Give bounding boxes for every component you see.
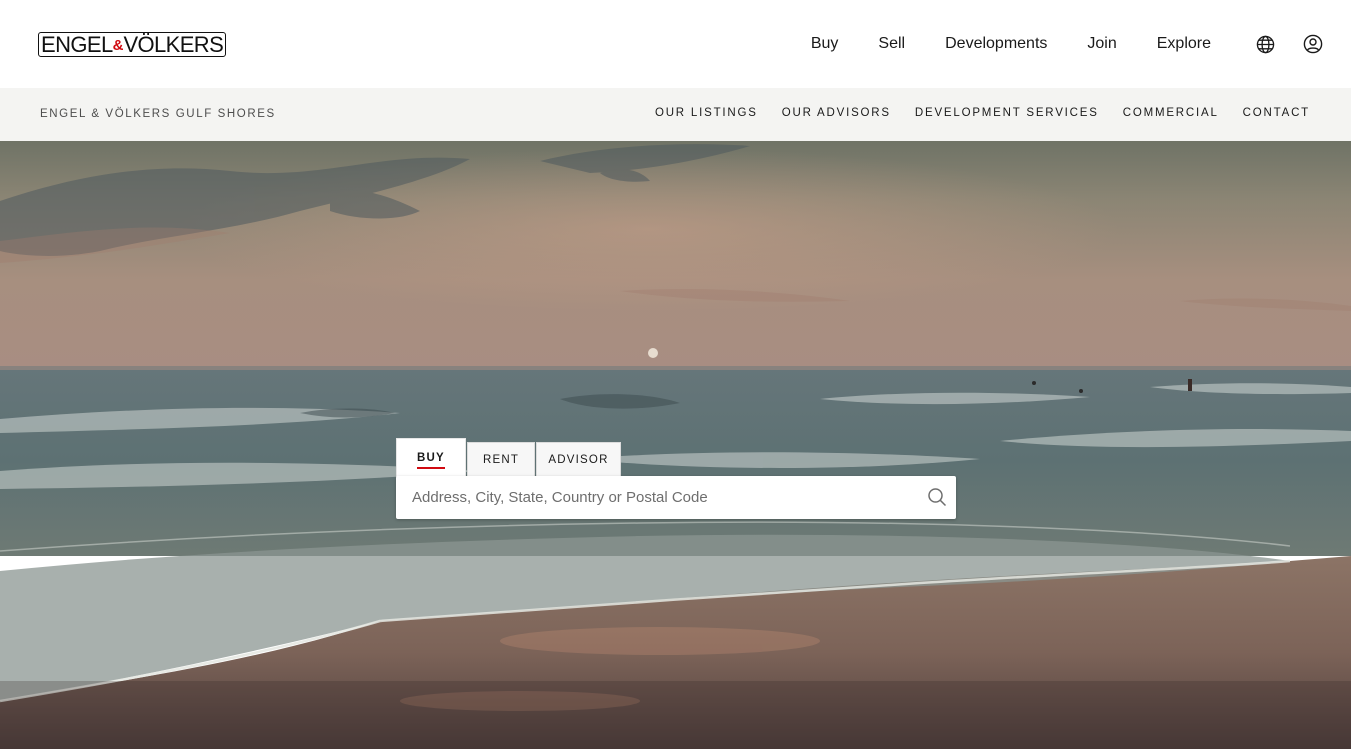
nav-buy[interactable]: Buy (811, 35, 839, 53)
nav-our-listings[interactable]: OUR LISTINGS (655, 107, 758, 119)
top-header: ENGEL&VÖLKERS Buy Sell Developments Join… (0, 0, 1351, 88)
logo-ampersand: & (112, 37, 124, 54)
nav-contact[interactable]: CONTACT (1243, 107, 1310, 119)
logo-text-right: VÖLKERS (123, 32, 224, 57)
nav-join[interactable]: Join (1087, 35, 1116, 53)
search-icon[interactable] (927, 487, 949, 509)
tab-rent[interactable]: RENT (467, 442, 535, 477)
nav-development-services[interactable]: DEVELOPMENT SERVICES (915, 107, 1099, 119)
shop-sub-header: ENGEL & VÖLKERS GULF SHORES OUR LISTINGS… (0, 88, 1351, 141)
user-account-icon[interactable] (1301, 32, 1325, 56)
nav-developments[interactable]: Developments (945, 35, 1047, 53)
shop-name[interactable]: ENGEL & VÖLKERS GULF SHORES (40, 108, 276, 120)
logo-text-left: ENGEL (41, 32, 113, 57)
nav-commercial[interactable]: COMMERCIAL (1123, 107, 1219, 119)
tab-rent-label: RENT (482, 454, 520, 466)
search-tabs: BUY RENT ADVISOR (396, 438, 622, 477)
tab-buy[interactable]: BUY (396, 438, 466, 477)
shop-nav: OUR LISTINGS OUR ADVISORS DEVELOPMENT SE… (631, 107, 1310, 119)
nav-our-advisors[interactable]: OUR ADVISORS (782, 107, 891, 119)
tab-advisor[interactable]: ADVISOR (536, 442, 621, 477)
hero-beach-image (0, 141, 1351, 749)
globe-icon[interactable] (1253, 32, 1277, 56)
property-search-box (396, 476, 956, 519)
nav-explore[interactable]: Explore (1157, 35, 1211, 53)
location-search-input[interactable] (396, 476, 916, 519)
active-tab-underline (417, 467, 445, 469)
nav-sell[interactable]: Sell (878, 35, 905, 53)
tab-buy-label: BUY (417, 452, 445, 469)
tab-advisor-label: ADVISOR (548, 454, 609, 466)
engel-volkers-logo[interactable]: ENGEL&VÖLKERS (38, 32, 227, 57)
main-nav: Buy Sell Developments Join Explore (811, 30, 1325, 58)
